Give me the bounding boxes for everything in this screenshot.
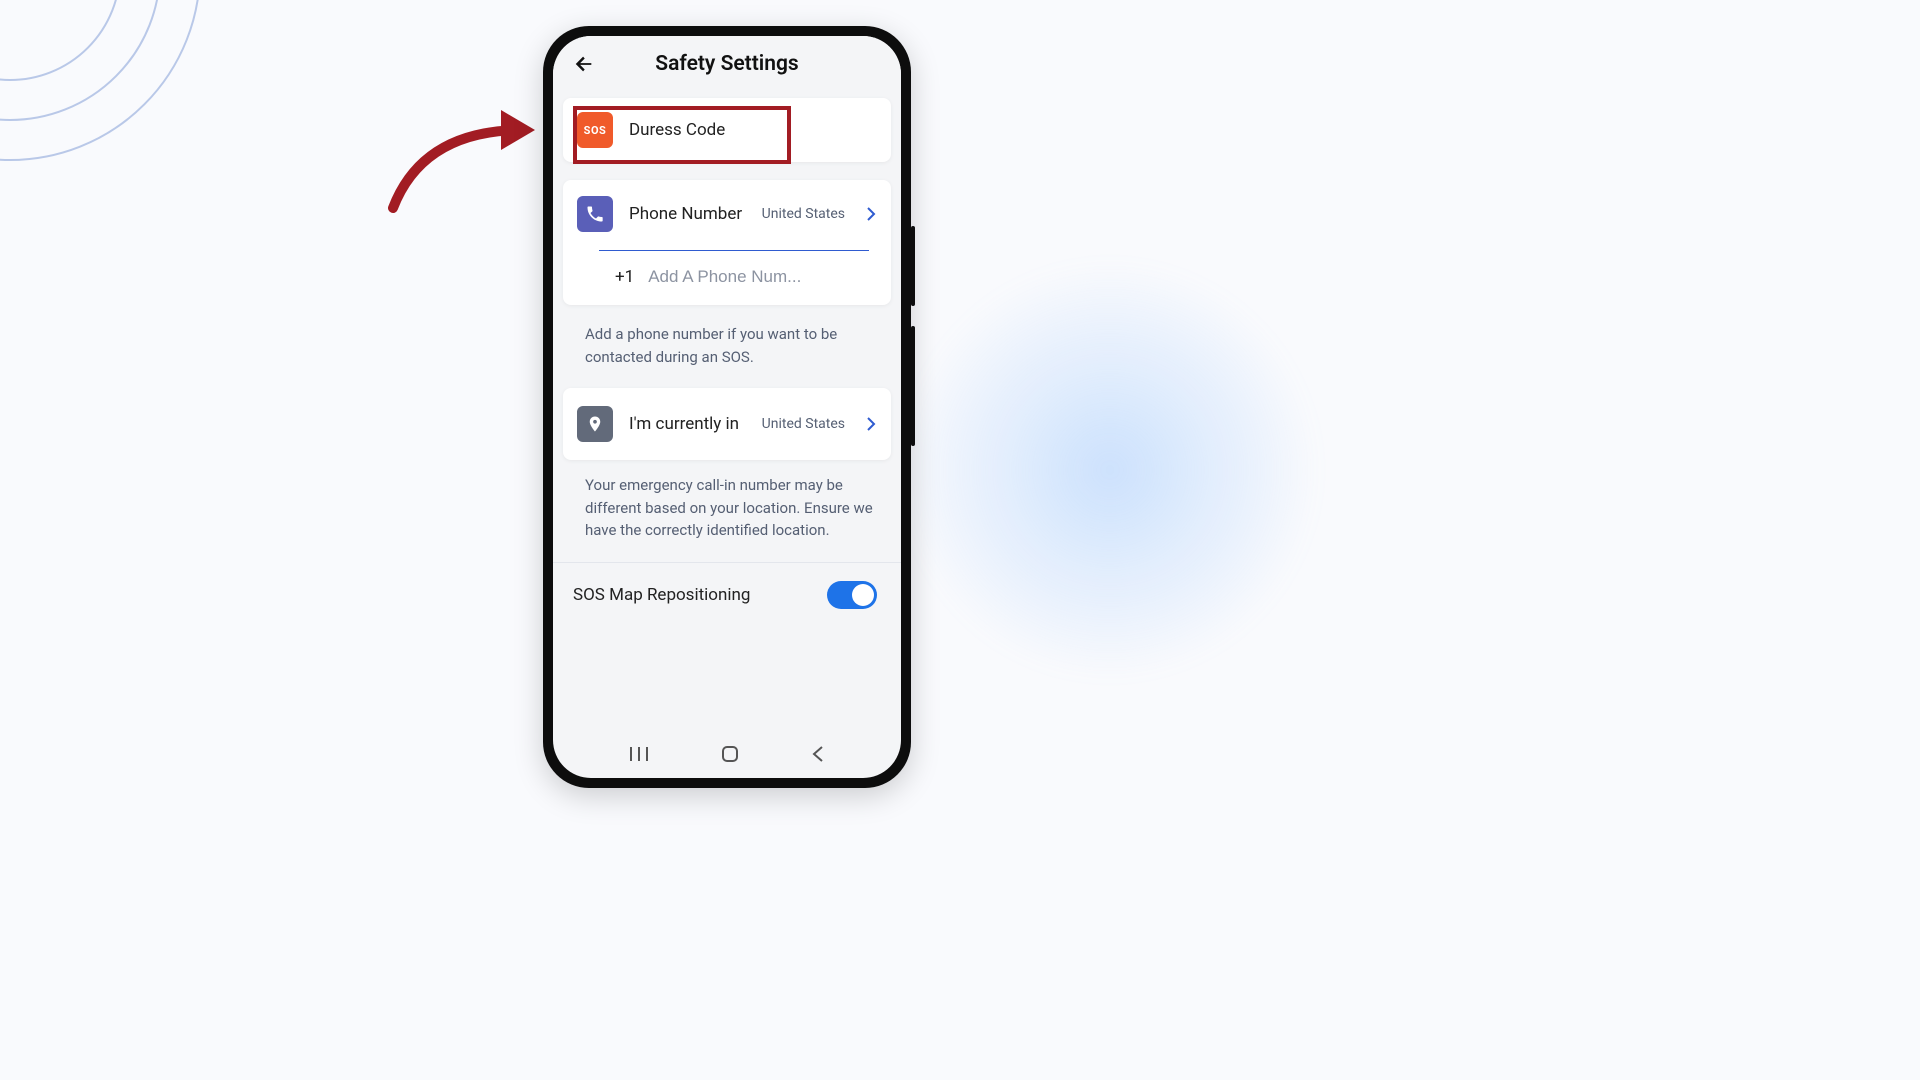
- android-nav-bar: [553, 734, 901, 778]
- screen-header: Safety Settings: [553, 36, 901, 92]
- phone-number-label: Phone Number: [629, 204, 742, 224]
- sos-icon: SOS: [577, 112, 613, 148]
- location-helper-text: Your emergency call-in number may be dif…: [563, 474, 891, 542]
- nav-back-icon: [811, 746, 825, 762]
- phone-input-row: +1: [577, 267, 877, 287]
- location-pin-icon: [577, 406, 613, 442]
- phone-frame: Safety Settings SOS Duress Code Phone Nu…: [543, 26, 911, 788]
- duress-code-row[interactable]: SOS Duress Code: [577, 110, 877, 150]
- duress-code-card: SOS Duress Code: [563, 98, 891, 162]
- nav-home-button[interactable]: [721, 745, 739, 767]
- chevron-right-icon: [865, 417, 877, 431]
- nav-home-icon: [721, 745, 739, 763]
- back-arrow-icon: [573, 53, 595, 75]
- sos-map-toggle[interactable]: [827, 581, 877, 609]
- background-glow: [900, 260, 1320, 680]
- nav-recents-icon: [629, 746, 649, 762]
- location-label: I'm currently in: [629, 414, 739, 434]
- location-value: United States: [762, 416, 845, 432]
- phone-icon: [577, 196, 613, 232]
- phone-country-value: United States: [762, 206, 845, 222]
- screen-content: SOS Duress Code Phone Number United Stat…: [553, 92, 901, 734]
- phone-number-input[interactable]: [648, 267, 808, 287]
- toggle-knob: [852, 584, 874, 606]
- sos-map-label: SOS Map Repositioning: [573, 585, 750, 605]
- duress-code-label: Duress Code: [629, 120, 725, 140]
- phone-input-underline: [599, 248, 869, 251]
- nav-recents-button[interactable]: [629, 746, 649, 766]
- phone-side-button: [911, 326, 915, 446]
- phone-number-row[interactable]: Phone Number United States: [577, 194, 877, 234]
- sos-map-toggle-row: SOS Map Repositioning: [563, 563, 891, 627]
- highlight-arrow-icon: [383, 90, 553, 220]
- decorative-circles: [0, 0, 240, 200]
- phone-side-button: [911, 226, 915, 306]
- location-card: I'm currently in United States: [563, 388, 891, 460]
- location-row[interactable]: I'm currently in United States: [577, 404, 877, 444]
- nav-back-button[interactable]: [811, 746, 825, 766]
- phone-helper-text: Add a phone number if you want to be con…: [563, 323, 891, 368]
- chevron-right-icon: [865, 207, 877, 221]
- phone-screen: Safety Settings SOS Duress Code Phone Nu…: [553, 36, 901, 778]
- phone-number-card: Phone Number United States +1: [563, 180, 891, 305]
- phone-prefix: +1: [615, 267, 634, 287]
- back-button[interactable]: [571, 51, 597, 77]
- page-title: Safety Settings: [655, 52, 798, 76]
